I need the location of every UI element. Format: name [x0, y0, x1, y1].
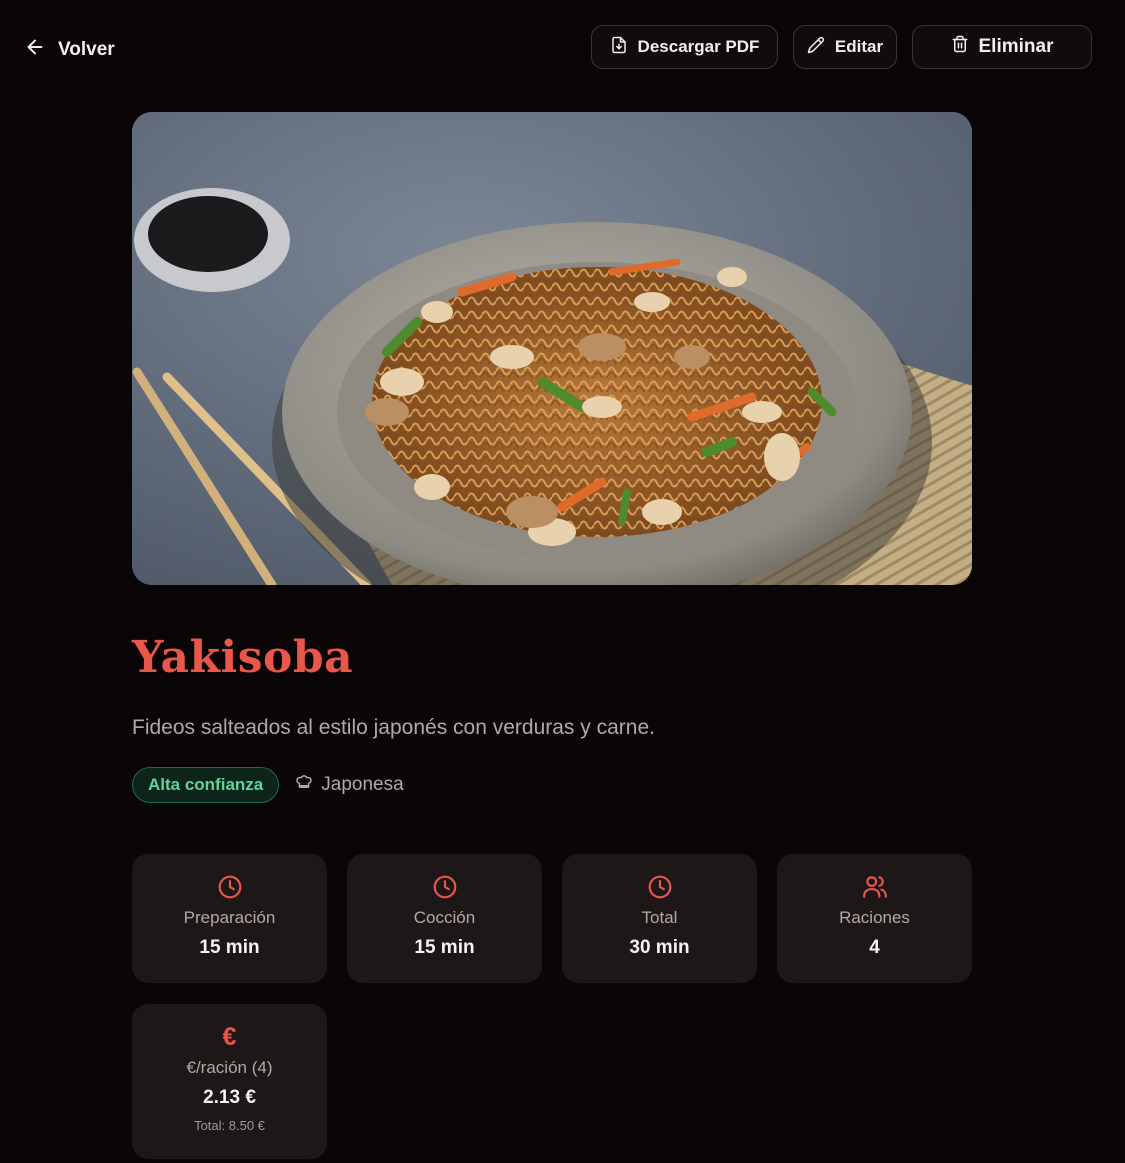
file-download-icon — [610, 36, 628, 59]
download-pdf-button[interactable]: Descargar PDF — [591, 25, 778, 69]
back-button[interactable]: Volver — [24, 34, 115, 66]
clock-icon — [647, 874, 673, 900]
recipe-title: Yakisoba — [132, 632, 354, 683]
euro-icon: € — [222, 1023, 237, 1051]
stat-value: 4 — [869, 937, 880, 958]
recipe-photo — [132, 112, 972, 585]
stat-label: Raciones — [839, 908, 910, 927]
stat-value: 15 min — [414, 937, 475, 958]
stat-value: 15 min — [199, 937, 260, 958]
cost-value: 2.13 € — [203, 1087, 256, 1108]
stat-label: Cocción — [413, 908, 476, 927]
trash-icon — [951, 35, 969, 59]
cost-label: €/ración (4) — [186, 1058, 273, 1077]
stat-card-total: Total 30 min — [562, 854, 757, 983]
recipe-tags: Alta confianza Japonesa — [132, 767, 404, 803]
cost-total: Total: 8.50 € — [194, 1118, 265, 1133]
users-icon — [862, 874, 888, 900]
chef-hat-icon — [295, 773, 313, 797]
recipe-description: Fideos salteados al estilo japonés con v… — [132, 716, 655, 739]
delete-button[interactable]: Eliminar — [912, 25, 1092, 69]
action-buttons: Descargar PDF Editar Eliminar — [591, 25, 1092, 69]
clock-icon — [217, 874, 243, 900]
arrow-left-icon — [24, 36, 46, 64]
cuisine-tag: Japonesa — [295, 773, 404, 797]
stat-label: Total — [641, 908, 678, 927]
clock-icon — [432, 874, 458, 900]
delete-label: Eliminar — [978, 36, 1054, 57]
download-pdf-label: Descargar PDF — [637, 37, 760, 56]
top-bar: Volver Descargar PDF Editar Eliminar — [0, 0, 1125, 100]
stat-card-cooking: Cocción 15 min — [347, 854, 542, 983]
stat-card-servings: Raciones 4 — [777, 854, 972, 983]
stat-label: Preparación — [183, 908, 276, 927]
stat-card-preparation: Preparación 15 min — [132, 854, 327, 983]
cuisine-label: Japonesa — [321, 774, 404, 795]
stat-card-cost-per-serving: € €/ración (4) 2.13 € Total: 8.50 € — [132, 1004, 327, 1159]
back-label: Volver — [58, 39, 115, 60]
stat-value: 30 min — [629, 937, 690, 958]
pencil-icon — [807, 36, 825, 59]
edit-button[interactable]: Editar — [793, 25, 897, 69]
edit-label: Editar — [834, 37, 884, 56]
confidence-badge: Alta confianza — [132, 767, 280, 803]
